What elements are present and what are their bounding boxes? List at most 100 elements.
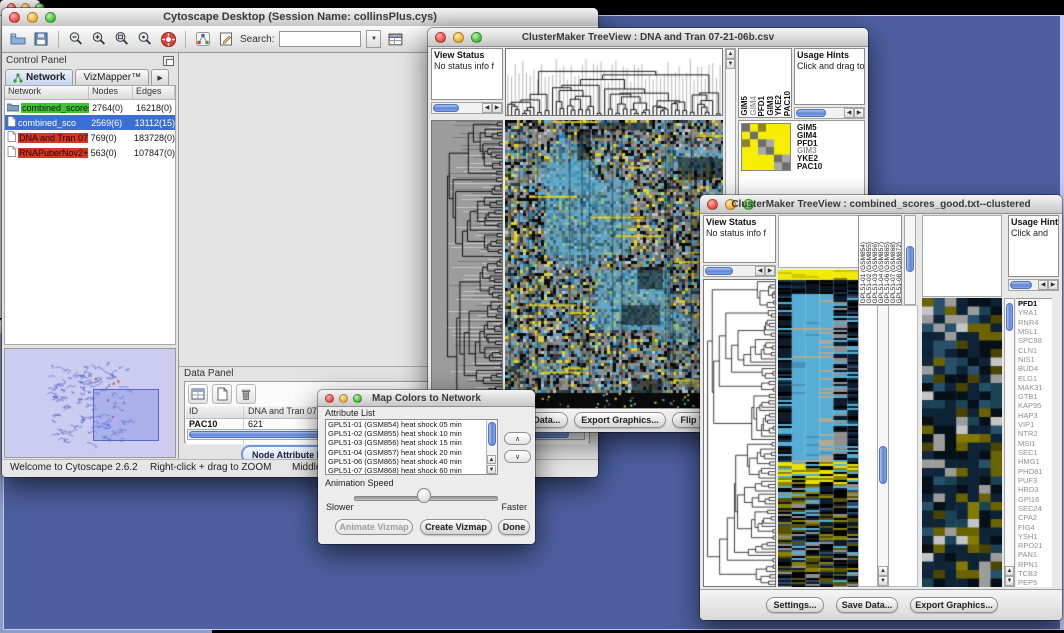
gene-label[interactable]: SEC1 <box>1018 448 1052 457</box>
attribute-item[interactable]: GPL51-01 (GSM854) heat shock 05 min <box>328 420 497 429</box>
array-label[interactable]: GIM5 <box>740 96 749 116</box>
attribute-item[interactable]: GPL51-02 (GSM855) heat shock 10 min <box>328 429 497 438</box>
speed-slider-thumb[interactable] <box>417 488 431 503</box>
gene-label[interactable]: RNR4 <box>1018 318 1052 327</box>
hints-scrollbar[interactable]: ◀ ▶ <box>794 107 865 119</box>
array-label[interactable]: YKE2 <box>774 95 783 116</box>
network-row[interactable]: RNAPuberNov2+563(0)107847(0) <box>5 145 175 160</box>
export-graphics-button[interactable]: Export Graphics... <box>574 412 666 428</box>
gene-label[interactable]: YRA1 <box>1018 308 1052 317</box>
scroll-right-icon[interactable]: ▶ <box>854 108 864 118</box>
gene-label[interactable]: RPO21 <box>1018 541 1052 550</box>
gene-label[interactable]: MSL1 <box>1018 327 1052 336</box>
gene-label[interactable]: MSI1 <box>1018 439 1052 448</box>
row-dendrogram[interactable] <box>703 279 776 587</box>
gene-label[interactable]: SPC98 <box>1018 336 1052 345</box>
export-graphics-button[interactable]: Export Graphics... <box>910 597 998 613</box>
scroll-left-icon[interactable]: ◀ <box>482 103 492 113</box>
attribute-item[interactable]: GPL51-03 (GSM856) heat shock 15 min <box>328 438 497 447</box>
gene-label[interactable]: HRD3 <box>1018 485 1052 494</box>
scroll-right-icon[interactable]: ▶ <box>1048 280 1058 290</box>
array-label[interactable]: GIM4 <box>749 96 758 116</box>
status-scrollbar[interactable]: ◀ ▶ <box>703 265 776 277</box>
search-dropdown-icon[interactable]: ▼ <box>366 30 381 48</box>
gene-label[interactable]: MAK31 <box>1018 383 1052 392</box>
gene-label[interactable]: CPA2 <box>1018 513 1052 522</box>
scroll-down-icon[interactable]: ▼ <box>878 576 888 586</box>
gene-label[interactable]: RPN1 <box>1018 560 1052 569</box>
save-data-button[interactable]: Save Data... <box>836 597 898 613</box>
settings-button[interactable]: Settings... <box>766 597 824 613</box>
treeview2-titlebar[interactable]: ClusterMaker TreeView : combined_scores_… <box>700 195 1062 214</box>
global-heatmap[interactable] <box>505 120 723 409</box>
gene-label[interactable]: NIS1 <box>1018 355 1052 364</box>
gene-label[interactable]: VIP1 <box>1018 420 1052 429</box>
zoom-out-icon[interactable] <box>67 31 85 48</box>
network-row[interactable]: combined_sco2569(6)13112(15) <box>5 115 175 130</box>
done-button[interactable]: Done <box>498 519 530 535</box>
scroll-up-icon[interactable]: ▲ <box>878 566 888 576</box>
scroll-left-icon[interactable]: ◀ <box>755 266 765 276</box>
zoom-heatmap[interactable] <box>922 298 1002 587</box>
gene-label[interactable]: PAC10 <box>797 163 822 171</box>
gene-label[interactable]: PHO81 <box>1018 467 1052 476</box>
row-dendrogram[interactable] <box>431 120 503 409</box>
array-label[interactable]: PAC10 <box>783 91 792 116</box>
move-down-button[interactable]: ∨ <box>504 450 531 463</box>
gene-label[interactable]: PEP5 <box>1018 578 1052 587</box>
gene-label[interactable]: TCB3 <box>1018 569 1052 578</box>
animate-vizmap-button[interactable]: Animate Vizmap <box>335 519 413 535</box>
tab-vizmapper[interactable]: VizMapper™ <box>75 69 149 85</box>
gene-label[interactable]: HMG1 <box>1018 457 1052 466</box>
gene-label[interactable]: PFD1 <box>1018 299 1052 308</box>
zoom-fit-icon[interactable] <box>113 31 131 48</box>
move-up-button[interactable]: ∧ <box>504 432 531 445</box>
select-attributes-icon[interactable] <box>188 384 208 404</box>
treeview1-titlebar[interactable]: ClusterMaker TreeView : DNA and Tran 07-… <box>428 28 868 47</box>
gene-label[interactable]: SEC24 <box>1018 504 1052 513</box>
attribute-item[interactable]: GPL51-04 (GSM857) heat shock 20 min <box>328 448 497 457</box>
gene-label[interactable]: ELG1 <box>1018 374 1052 383</box>
zoom-scrollbar[interactable]: ▲ ▼ <box>1004 298 1015 587</box>
create-vizmap-button[interactable]: Create Vizmap <box>420 519 492 535</box>
column-dendrogram[interactable] <box>505 48 723 116</box>
close-button[interactable] <box>435 32 446 43</box>
gene-label[interactable]: BUD4 <box>1018 364 1052 373</box>
gene-label[interactable]: HAP3 <box>1018 411 1052 420</box>
gene-label[interactable]: NTR2 <box>1018 429 1052 438</box>
delete-attribute-icon[interactable] <box>236 384 256 404</box>
gene-label[interactable]: CLN1 <box>1018 346 1052 355</box>
save-icon[interactable] <box>32 31 50 48</box>
list-scrollbar[interactable]: ▲ ▼ <box>486 420 497 474</box>
attribute-item[interactable]: GPL51-06 (GSM865) heat shock 40 min <box>328 457 497 466</box>
scroll-left-icon[interactable]: ◀ <box>1038 280 1048 290</box>
gene-label[interactable]: FIG4 <box>1018 523 1052 532</box>
main-titlebar[interactable]: Cytoscape Desktop (Session Name: collins… <box>2 8 598 27</box>
search-input[interactable] <box>279 31 361 47</box>
dialog-titlebar[interactable]: Map Colors to Network <box>318 390 535 407</box>
gene-label[interactable]: YSH1 <box>1018 532 1052 541</box>
scroll-right-icon[interactable]: ▶ <box>765 266 775 276</box>
correlation-matrix[interactable] <box>741 123 791 171</box>
gene-label[interactable]: KAP95 <box>1018 401 1052 410</box>
label-scrollbar[interactable] <box>904 215 916 305</box>
vizmapper-icon[interactable] <box>194 31 212 48</box>
close-button[interactable] <box>707 199 718 210</box>
float-panel-icon[interactable] <box>163 56 174 66</box>
hints-scrollbar[interactable]: ◀ ▶ <box>1008 279 1059 291</box>
scroll-up-icon[interactable]: ▲ <box>726 49 735 59</box>
tab-network[interactable]: Network <box>5 69 73 85</box>
scroll-up-icon[interactable]: ▲ <box>1005 566 1014 576</box>
close-button[interactable] <box>9 12 20 23</box>
open-folder-icon[interactable] <box>9 31 27 48</box>
gene-label[interactable]: GTB1 <box>1018 392 1052 401</box>
scroll-right-icon[interactable]: ▶ <box>492 103 502 113</box>
annotation-icon[interactable] <box>217 31 235 48</box>
array-label[interactable]: PFD1 <box>757 96 766 116</box>
network-row[interactable]: combined_scores2764(0)16218(0) <box>5 100 175 115</box>
search-options-icon[interactable] <box>386 31 404 48</box>
scroll-up-icon[interactable]: ▲ <box>487 455 496 464</box>
network-list-header[interactable]: Network Nodes Edges <box>5 86 175 100</box>
close-button[interactable] <box>325 394 334 403</box>
network-row[interactable]: DNA and Tran 07769(0)183728(0) <box>5 130 175 145</box>
